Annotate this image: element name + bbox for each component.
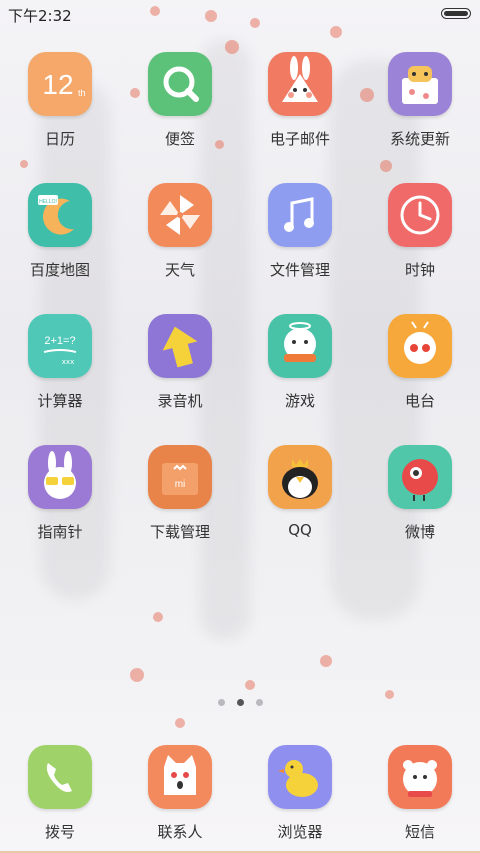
rabbit-mail-icon[interactable]	[268, 52, 332, 116]
app-phone[interactable]: 拨号	[4, 745, 117, 845]
radio-bear-icon[interactable]	[388, 314, 452, 378]
app-penguin[interactable]: QQ	[244, 445, 357, 576]
app-label: 便签	[164, 130, 195, 148]
app-cat-contacts[interactable]: 联系人	[124, 745, 237, 845]
app-red-bird[interactable]: 微博	[364, 445, 477, 576]
app-music-note[interactable]: 文件管理	[244, 183, 357, 314]
cat-contacts-icon[interactable]	[148, 745, 212, 809]
clock-icon[interactable]	[388, 183, 452, 247]
penguin-icon[interactable]	[268, 445, 332, 509]
pinwheel-icon[interactable]	[148, 183, 212, 247]
app-label: 天气	[164, 261, 195, 279]
svg-text:th: th	[78, 88, 86, 98]
app-download-box[interactable]: mi 下载管理	[124, 445, 237, 576]
app-label: 日历	[44, 130, 75, 148]
app-label: 拨号	[44, 823, 75, 841]
svg-text:xxx: xxx	[62, 358, 74, 366]
dock: 拨号 联系人 浏览器 短信	[0, 745, 480, 845]
app-pinwheel[interactable]: 天气	[124, 183, 237, 314]
music-note-icon[interactable]	[268, 183, 332, 247]
app-notes[interactable]: 便签	[124, 52, 237, 183]
duck-icon[interactable]	[268, 745, 332, 809]
svg-text:2+1=?: 2+1=?	[44, 335, 75, 347]
app-label: 文件管理	[269, 261, 330, 279]
page-dot[interactable]	[217, 699, 225, 706]
app-rabbit-mail[interactable]: 电子邮件	[244, 52, 357, 183]
app-label: 联系人	[157, 823, 203, 841]
bunny-glasses-icon[interactable]	[28, 445, 92, 509]
app-label: 百度地图	[29, 261, 90, 279]
app-label: QQ	[288, 521, 312, 539]
page-dot[interactable]	[236, 699, 244, 706]
app-label: 短信	[404, 823, 435, 841]
app-duck[interactable]: 浏览器	[244, 745, 357, 845]
red-bird-icon[interactable]	[388, 445, 452, 509]
app-label: 游戏	[284, 392, 315, 410]
app-bunny-glasses[interactable]: 指南针	[4, 445, 117, 576]
app-bear-scarf[interactable]: 游戏	[244, 314, 357, 445]
chalkboard-icon[interactable]: 2+1=? xxx	[28, 314, 92, 378]
moon-map-icon[interactable]: HELLO!	[28, 183, 92, 247]
app-label: 系统更新	[389, 130, 450, 148]
app-calendar[interactable]: 12 th 日历	[4, 52, 117, 183]
app-label: 微博	[404, 523, 435, 541]
app-moon-map[interactable]: HELLO! 百度地图	[4, 183, 117, 314]
app-grid: 12 th 日历 便签 电子邮件 系统更新 HELLO! 百度地图 天气 文件管理 时钟 2+1=? x…	[0, 52, 480, 576]
battery-icon	[441, 8, 471, 19]
box-update-icon[interactable]	[388, 52, 452, 116]
page-dot[interactable]	[255, 699, 263, 706]
download-box-icon[interactable]: mi	[148, 445, 212, 509]
app-label: 录音机	[157, 392, 203, 410]
app-label: 下载管理	[149, 523, 210, 541]
app-chalkboard[interactable]: 2+1=? xxx 计算器	[4, 314, 117, 445]
app-arrow-up[interactable]: 录音机	[124, 314, 237, 445]
app-label: 指南针	[37, 523, 83, 541]
notes-icon[interactable]	[148, 52, 212, 116]
arrow-up-icon[interactable]	[148, 314, 212, 378]
app-label: 电子邮件	[269, 130, 330, 148]
calendar-icon[interactable]: 12 th	[28, 52, 92, 116]
page-indicator	[0, 699, 480, 706]
svg-text:mi: mi	[175, 479, 186, 490]
app-clock[interactable]: 时钟	[364, 183, 477, 314]
status-clock: 下午2:32	[8, 7, 72, 25]
svg-text:HELLO!: HELLO!	[39, 199, 57, 205]
app-radio-bear[interactable]: 电台	[364, 314, 477, 445]
bear-sms-icon[interactable]	[388, 745, 452, 809]
svg-text:12: 12	[42, 69, 73, 100]
bear-scarf-icon[interactable]	[268, 314, 332, 378]
app-label: 时钟	[404, 261, 435, 279]
app-label: 计算器	[37, 392, 83, 410]
app-label: 电台	[404, 392, 435, 410]
app-box-update[interactable]: 系统更新	[364, 52, 477, 183]
app-label: 浏览器	[277, 823, 323, 841]
phone-icon[interactable]	[28, 745, 92, 809]
status-bar: 下午2:32	[0, 0, 480, 28]
app-bear-sms[interactable]: 短信	[364, 745, 477, 845]
